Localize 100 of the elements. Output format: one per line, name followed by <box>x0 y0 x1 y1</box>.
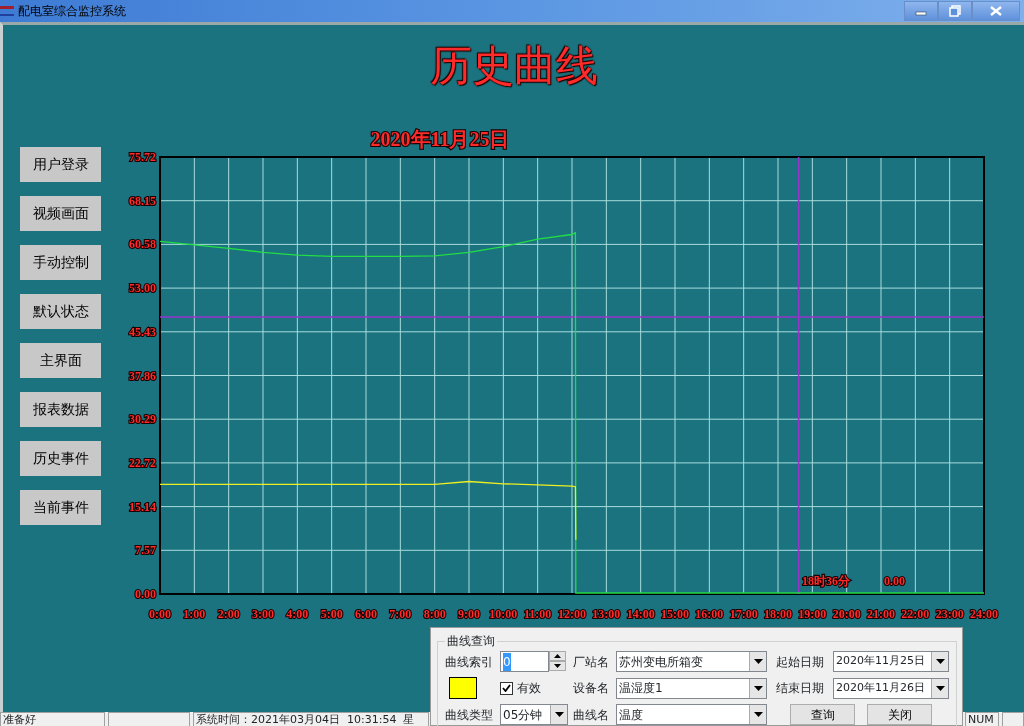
app-icon <box>0 6 14 16</box>
cursor-readout: 0.00 <box>884 574 906 589</box>
field-label: 设备名 <box>573 680 610 697</box>
y-axis-label: 53.00 <box>129 281 156 296</box>
dropdown-value: 2020年11月26日 <box>836 679 925 696</box>
dropdown-arrow-button[interactable] <box>749 705 766 724</box>
group-title: 曲线查询 <box>446 635 496 647</box>
check-icon <box>502 684 511 692</box>
x-axis-label: 2:00 <box>217 607 240 621</box>
dialog-button[interactable]: 关闭 <box>867 704 932 725</box>
dropdown-arrow-button[interactable] <box>931 652 948 671</box>
restore-button[interactable] <box>938 1 972 21</box>
y-axis-label: 15.14 <box>129 499 156 514</box>
chart-title: 2020年11月25日 <box>370 128 510 150</box>
x-axis-label: 18:00 <box>764 607 792 621</box>
x-axis-label: 5:00 <box>320 607 343 621</box>
y-axis-label: 68.15 <box>129 193 156 208</box>
x-axis-label: 23:00 <box>935 607 964 621</box>
dropdown[interactable]: 温度 <box>616 704 767 725</box>
dropdown-arrow-button[interactable] <box>550 705 567 724</box>
close-button[interactable] <box>972 1 1020 21</box>
selected-text: 0 <box>503 652 511 671</box>
field-label: 结束日期 <box>776 680 825 697</box>
color-swatch[interactable] <box>449 677 477 699</box>
x-axis-label: 13:00 <box>592 607 621 621</box>
field-label: 曲线索引 <box>445 653 494 671</box>
nav-button[interactable]: 用户登录 <box>20 147 101 182</box>
dropdown-value: 05分钟 <box>503 706 543 724</box>
caret-icon <box>753 659 763 664</box>
x-axis-label: 17:00 <box>729 607 758 621</box>
dropdown-arrow-button[interactable] <box>749 678 766 698</box>
window-title: 配电室综合监控系统 <box>18 3 126 20</box>
nav-button[interactable]: 主界面 <box>20 343 101 378</box>
x-axis-label: 22:00 <box>901 607 930 621</box>
nav-button[interactable]: 当前事件 <box>20 490 101 525</box>
x-axis-label: 15:00 <box>661 607 689 621</box>
x-axis-label: 19:00 <box>798 607 827 621</box>
status-text: 准备好 <box>0 712 105 726</box>
dropdown[interactable]: 2020年11月26日 <box>833 677 949 699</box>
checkbox-label: 有效 <box>517 680 541 697</box>
dropdown-arrow-button[interactable] <box>931 678 948 698</box>
x-axis-label: 10:00 <box>489 607 518 621</box>
valid-checkbox[interactable] <box>500 681 513 695</box>
x-axis-label: 20:00 <box>832 607 861 621</box>
page-title: 历史曲线 <box>429 43 598 91</box>
x-axis-label: 11:00 <box>524 607 552 621</box>
status-text: 系统时间：2021年03月04日 10:31:54 星 <box>193 712 429 726</box>
nav-button[interactable]: 手动控制 <box>20 245 101 280</box>
status-text: NUM <box>965 712 999 726</box>
dropdown-value: 温度 <box>619 706 643 724</box>
x-axis-label: 6:00 <box>355 607 377 621</box>
caret-icon <box>753 712 763 717</box>
spin-down-button[interactable] <box>549 661 566 671</box>
cursor-readout: 18时36分 <box>802 574 851 589</box>
x-axis-label: 0:00 <box>149 607 171 621</box>
nav-button[interactable]: 历史事件 <box>20 441 101 476</box>
nav-button[interactable]: 报表数据 <box>20 392 101 427</box>
y-axis-label: 45.43 <box>129 324 156 339</box>
x-axis-label: 8:00 <box>423 607 446 621</box>
x-axis-label: 14:00 <box>626 607 655 621</box>
dropdown-arrow-button[interactable] <box>749 652 766 671</box>
y-axis-label: 0.00 <box>135 587 156 601</box>
dropdown[interactable]: 2020年11月25日 <box>833 651 949 672</box>
x-axis-label: 4:00 <box>286 607 309 621</box>
dropdown[interactable]: 05分钟 <box>500 704 568 725</box>
x-axis-label: 16:00 <box>695 607 724 621</box>
caret-icon <box>753 685 763 691</box>
dialog-button[interactable]: 查询 <box>790 704 855 725</box>
caret-icon <box>554 712 564 717</box>
x-axis-label: 12:00 <box>558 607 586 621</box>
close-icon <box>990 6 1002 16</box>
x-axis-label: 24:00 <box>970 607 998 621</box>
down-arrow-icon <box>554 664 561 668</box>
dropdown[interactable]: 温湿度1 <box>616 677 767 699</box>
field-label: 曲线名 <box>573 706 610 724</box>
nav-button[interactable]: 视频画面 <box>20 196 101 231</box>
dropdown-value: 2020年11月25日 <box>836 653 925 670</box>
caret-icon <box>935 685 945 691</box>
y-axis-label: 60.58 <box>129 237 156 252</box>
x-axis-label: 9:00 <box>458 607 480 621</box>
status-pane <box>1002 712 1024 726</box>
caret-icon <box>935 659 945 664</box>
field-label: 起始日期 <box>776 653 825 671</box>
y-axis-label: 37.86 <box>129 368 156 383</box>
x-axis-label: 3:00 <box>252 607 274 621</box>
dropdown-value: 苏州变电所箱变 <box>619 653 703 671</box>
restore-icon <box>949 5 961 17</box>
x-axis-label: 1:00 <box>183 607 206 621</box>
nav-button[interactable]: 默认状态 <box>20 294 101 329</box>
y-axis-label: 22.72 <box>129 455 156 470</box>
y-axis-label: 75.72 <box>129 150 156 164</box>
spin-up-button[interactable] <box>549 651 566 661</box>
x-axis-label: 21:00 <box>867 607 895 621</box>
dropdown[interactable]: 苏州变电所箱变 <box>616 651 767 672</box>
up-arrow-icon <box>554 654 561 658</box>
y-axis-label: 30.29 <box>129 412 156 427</box>
field-label: 厂站名 <box>573 653 610 671</box>
field-label: 曲线类型 <box>445 706 494 724</box>
y-axis-label: 7.57 <box>135 543 156 558</box>
x-axis-label: 7:00 <box>389 607 412 621</box>
